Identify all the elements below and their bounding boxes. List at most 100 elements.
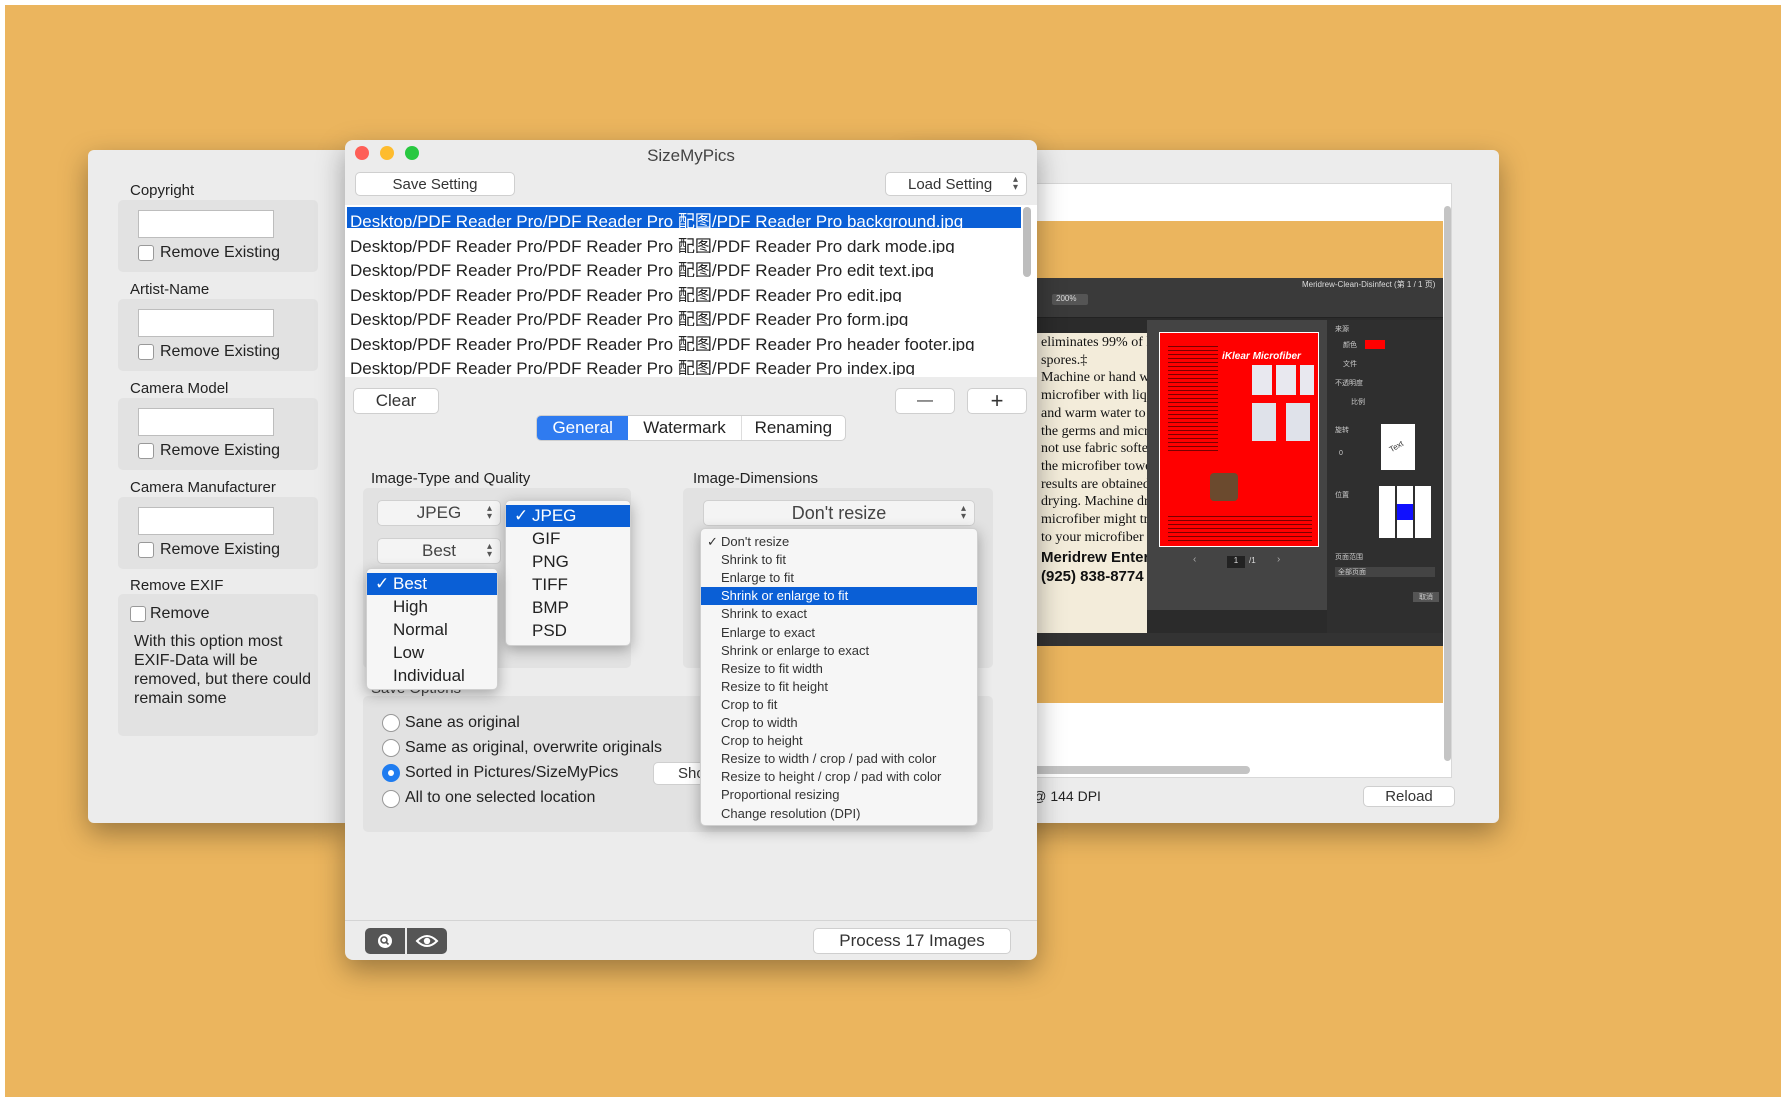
file-row[interactable]: Desktop/PDF Reader Pro/PDF Reader Pro 配图… [347,330,1021,351]
preview-page-total: /1 [1249,556,1256,565]
type-menu-item[interactable]: JPEG ✓ [506,505,630,527]
file-list-scrollbar[interactable] [1023,207,1031,277]
flyer-text-block [1168,343,1218,453]
quality-menu-item[interactable]: Low [367,642,497,664]
dimension-popup[interactable]: Don't resize ▴ ▾ [703,500,975,526]
radio-one-location-label: All to one selected location [405,789,596,806]
radio-one-location[interactable] [382,790,400,808]
clear-button[interactable]: Clear [353,388,439,414]
file-row[interactable]: Desktop/PDF Reader Pro/PDF Reader Pro 配图… [347,305,1021,326]
preview-title: Meridrew-Clean-Disinfect (第 1 / 1 页) [1302,280,1436,289]
copyright-label: Copyright [130,182,195,199]
dimension-menu[interactable]: Don't resize ✓ Shrink to fit Enlarge to fit… [700,528,978,826]
preview-next-icon: › [1277,554,1281,565]
camera-manufacturer-remove-checkbox[interactable] [138,542,154,558]
dimension-menu-item[interactable]: Shrink or enlarge to fit [701,587,977,606]
quality-menu[interactable]: Best ✓ High Normal Low Individual [366,568,498,690]
preview-doc-line: spores.‡ [1041,352,1088,368]
radio-sorted-in-pictures[interactable] [382,764,400,782]
preview-toggle-button[interactable] [407,928,447,954]
dimension-menu-item[interactable]: Crop to fit [701,696,977,714]
preview-vscroll[interactable] [1444,206,1451,761]
preview-flyer-panel: iKlear Microfiber 1 /1 ‹ › [1147,320,1327,610]
camera-manufacturer-group: Remove Existing [118,497,318,569]
quality-menu-item[interactable]: Individual [367,665,497,687]
exif-panel: Copyright Remove Existing Artist-Name Re… [88,150,348,823]
preview-color-label: 颜色 [1343,342,1357,349]
flyer-box-c [1300,365,1314,395]
remove-exif-checkbox-label: Remove [150,605,210,622]
file-row[interactable]: Desktop/PDF Reader Pro/PDF Reader Pro 配图… [347,354,1021,375]
file-row[interactable]: Desktop/PDF Reader Pro/PDF Reader Pro 配图… [347,207,1021,228]
zoom-button[interactable] [365,928,405,954]
magnifier-icon [378,934,392,948]
preview-sidebar: 来源 颜色 文件 不透明度 比例 旋转 0 Text 位置 页面范围 全部页面 … [1327,320,1443,646]
flyer-title: iKlear Microfiber [1222,351,1301,362]
tab-watermark[interactable]: Watermark [628,416,742,440]
image-type-label: Image-Type and Quality [371,470,531,487]
copyright-remove-checkbox[interactable] [138,245,154,261]
reload-button[interactable]: Reload [1363,786,1455,807]
artist-remove-checkbox[interactable] [138,344,154,360]
camera-model-field[interactable] [138,408,274,436]
dimension-menu-item[interactable]: Proportional resizing [701,786,977,804]
flyer-text-bottom [1168,513,1312,543]
dimension-menu-item[interactable]: Resize to fit height [701,678,977,696]
type-menu[interactable]: JPEG ✓ GIF PNG TIFF BMP PSD [505,500,631,646]
load-setting-popup[interactable]: Load Setting ▴ ▾ [885,172,1027,196]
remove-exif-checkbox[interactable] [130,606,146,622]
dimension-menu-item[interactable]: Change resolution (DPI) [701,805,977,823]
dimension-menu-item[interactable]: Shrink to exact [701,605,977,623]
add-file-button[interactable]: + [967,388,1027,414]
quality-menu-item[interactable]: Best ✓ [367,573,497,595]
dimension-menu-item[interactable]: Enlarge to exact [701,624,977,642]
file-row[interactable]: Desktop/PDF Reader Pro/PDF Reader Pro 配图… [347,281,1021,302]
quality-value: Best [421,541,457,560]
process-button[interactable]: Process 17 Images [813,928,1011,954]
file-row[interactable]: Desktop/PDF Reader Pro/PDF Reader Pro 配图… [347,232,1021,253]
quality-menu-item[interactable]: High [367,596,497,618]
tab-general[interactable]: General [537,416,629,440]
dimension-menu-item[interactable]: Shrink to fit [701,551,977,569]
checkmark-icon: ✓ [514,506,529,525]
radio-overwrite-originals[interactable] [382,739,400,757]
save-setting-button[interactable]: Save Setting [355,172,515,196]
type-menu-item[interactable]: BMP [506,597,630,619]
tab-renaming[interactable]: Renaming [742,416,845,440]
remove-existing-label: Remove Existing [160,442,281,459]
type-menu-item[interactable]: PNG [506,551,630,573]
type-menu-item[interactable]: PSD [506,620,630,642]
quality-arrows-icon: ▴ ▾ [486,541,492,560]
dimension-menu-item[interactable]: Resize to width / crop / pad with color [701,750,977,768]
camera-manufacturer-field[interactable] [138,507,274,535]
preview-color-swatch [1365,340,1385,349]
copyright-group: Remove Existing [118,200,318,272]
dimension-menu-item[interactable]: Crop to height [701,732,977,750]
copyright-field[interactable] [138,210,274,238]
dimension-menu-item[interactable]: Don't resize ✓ [701,533,977,551]
dimension-menu-item[interactable]: Resize to height / crop / pad with color [701,768,977,786]
preview-cancel: 取消 [1413,592,1439,602]
type-menu-item[interactable]: TIFF [506,574,630,596]
quality-menu-item[interactable]: Normal [367,619,497,641]
preview-page-range-label: 页面范围 [1335,554,1363,561]
dimension-menu-item[interactable]: Resize to fit width [701,660,977,678]
dimension-menu-item[interactable]: Crop to width [701,714,977,732]
file-list[interactable]: Desktop/PDF Reader Pro/PDF Reader Pro 配图… [345,205,1037,377]
dimension-menu-item[interactable]: Enlarge to fit [701,569,977,587]
remove-file-button[interactable]: — [895,388,955,414]
quality-popup[interactable]: Best ▴ ▾ [377,538,501,564]
artist-field[interactable] [138,309,274,337]
type-menu-item[interactable]: GIF [506,528,630,550]
camera-model-remove-checkbox[interactable] [138,443,154,459]
image-type-popup[interactable]: JPEG ▴ ▾ [377,500,501,526]
remove-existing-label: Remove Existing [160,343,281,360]
preview-opacity-label: 不透明度 [1335,380,1363,387]
dimension-value: Don't resize [791,502,887,523]
file-row[interactable]: Desktop/PDF Reader Pro/PDF Reader Pro 配图… [347,256,1021,277]
radio-same-as-original[interactable] [382,714,400,732]
dimension-menu-item[interactable]: Shrink or enlarge to exact [701,642,977,660]
bottom-divider [345,920,1037,921]
preview-source-label: 来源 [1335,326,1349,333]
radio-same-as-original-label: Sane as original [405,714,520,731]
